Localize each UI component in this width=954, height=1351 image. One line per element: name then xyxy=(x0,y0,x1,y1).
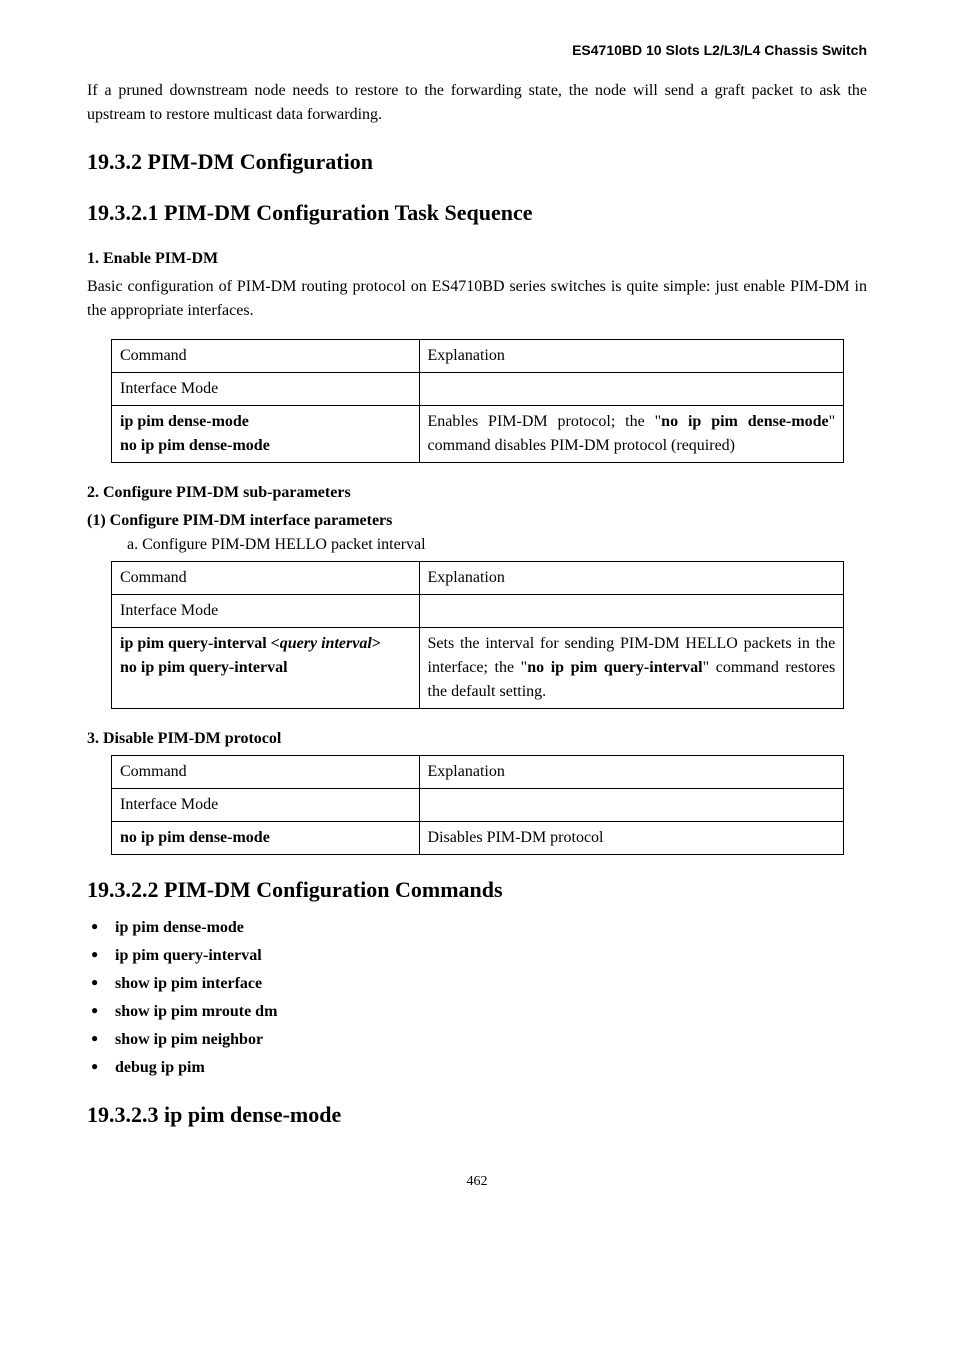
doc-header: ES4710BD 10 Slots L2/L3/L4 Chassis Switc… xyxy=(87,40,867,61)
cmd-line: no ip pim query-interval xyxy=(120,656,411,680)
intro-paragraph: If a pruned downstream node needs to res… xyxy=(87,79,867,127)
list-item: debug ip pim xyxy=(87,1056,867,1080)
cell-explanation-head: Explanation xyxy=(419,756,844,789)
text-bold: no ip pim query-interval xyxy=(527,659,702,676)
table-row: ip pim query-interval <query interval> n… xyxy=(112,628,844,709)
cell-explanation: Enables PIM-DM protocol; the "no ip pim … xyxy=(419,406,844,463)
table-row: Command Explanation xyxy=(112,340,844,373)
cell-command: no ip pim dense-mode xyxy=(112,822,420,855)
table-row: Command Explanation xyxy=(112,756,844,789)
cell-explanation: Sets the interval for sending PIM-DM HEL… xyxy=(419,628,844,709)
heading-19-3-2-1: 19.3.2.1 PIM-DM Configuration Task Seque… xyxy=(87,196,867,229)
cell-explanation-head: Explanation xyxy=(419,340,844,373)
text-bold-italic: query interval xyxy=(280,635,372,652)
cell-command-head: Command xyxy=(112,340,420,373)
cell-empty xyxy=(419,373,844,406)
list-item: ip pim dense-mode xyxy=(87,916,867,940)
table-row: Interface Mode xyxy=(112,789,844,822)
cell-command: ip pim dense-mode no ip pim dense-mode xyxy=(112,406,420,463)
text-bold: no ip pim dense-mode xyxy=(661,413,829,430)
cell-explanation-head: Explanation xyxy=(419,562,844,595)
disable-pimdm-head: 3. Disable PIM-DM protocol xyxy=(87,727,867,751)
heading-19-3-2-3: 19.3.2.3 ip pim dense-mode xyxy=(87,1098,867,1131)
table-row: no ip pim dense-mode Disables PIM-DM pro… xyxy=(112,822,844,855)
cmd-line: ip pim dense-mode xyxy=(120,410,411,434)
command-bullet-list: ip pim dense-mode ip pim query-interval … xyxy=(87,916,867,1080)
enable-pimdm-head: 1. Enable PIM-DM xyxy=(87,247,867,271)
cell-interface-mode: Interface Mode xyxy=(112,595,420,628)
disable-pimdm-table: Command Explanation Interface Mode no ip… xyxy=(111,755,844,855)
text-bold: > xyxy=(372,635,381,652)
cell-command-head: Command xyxy=(112,756,420,789)
heading-19-3-2-2: 19.3.2.2 PIM-DM Configuration Commands xyxy=(87,873,867,906)
cell-command-head: Command xyxy=(112,562,420,595)
cell-explanation: Disables PIM-DM protocol xyxy=(419,822,844,855)
cmd-line: ip pim query-interval <query interval> xyxy=(120,632,411,656)
configure-interface-params: (1) Configure PIM-DM interface parameter… xyxy=(87,509,867,533)
list-item: show ip pim interface xyxy=(87,972,867,996)
cell-command: ip pim query-interval <query interval> n… xyxy=(112,628,420,709)
list-item: show ip pim mroute dm xyxy=(87,1000,867,1024)
enable-pimdm-para: Basic configuration of PIM-DM routing pr… xyxy=(87,275,867,323)
query-interval-table: Command Explanation Interface Mode ip pi… xyxy=(111,561,844,709)
enable-pimdm-table: Command Explanation Interface Mode ip pi… xyxy=(111,339,844,463)
cell-interface-mode: Interface Mode xyxy=(112,789,420,822)
table-row: Interface Mode xyxy=(112,373,844,406)
configure-hello-interval: a. Configure PIM-DM HELLO packet interva… xyxy=(87,533,867,557)
configure-subparams-head: 2. Configure PIM-DM sub-parameters xyxy=(87,481,867,505)
text-fragment: Enables PIM-DM protocol; the " xyxy=(428,413,662,430)
heading-19-3-2: 19.3.2 PIM-DM Configuration xyxy=(87,145,867,178)
table-row: ip pim dense-mode no ip pim dense-mode E… xyxy=(112,406,844,463)
text-bold: ip pim query-interval < xyxy=(120,635,280,652)
page-number: 462 xyxy=(87,1171,867,1192)
list-item: ip pim query-interval xyxy=(87,944,867,968)
cell-empty xyxy=(419,595,844,628)
table-row: Interface Mode xyxy=(112,595,844,628)
cmd-line: no ip pim dense-mode xyxy=(120,434,411,458)
table-row: Command Explanation xyxy=(112,562,844,595)
list-item: show ip pim neighbor xyxy=(87,1028,867,1052)
cell-empty xyxy=(419,789,844,822)
cell-interface-mode: Interface Mode xyxy=(112,373,420,406)
